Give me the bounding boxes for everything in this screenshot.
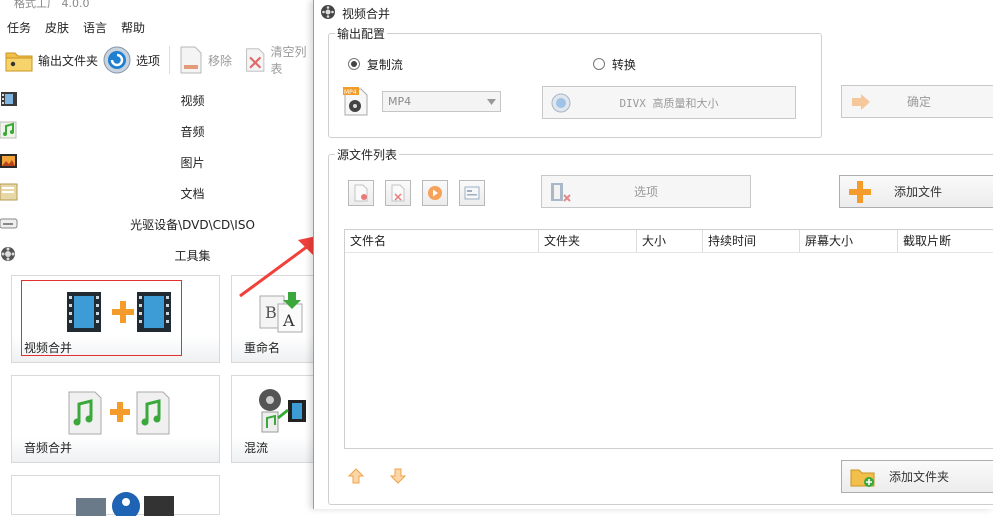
options-button[interactable]: 选项 [102,42,160,78]
mp4-format-icon: MP4 [343,87,368,116]
svg-text:A: A [282,311,295,330]
arrow-right-icon [852,93,870,110]
chevron-down-icon [487,99,496,105]
quality-settings-label: DIVX 高质量和大小 [619,96,719,110]
media-tools-icon [76,492,174,516]
file-options-button[interactable]: 选项 [541,175,751,208]
category-document[interactable]: 文档 [0,177,312,207]
output-folder-label: 输出文件夹 [38,53,99,68]
source-file-table[interactable]: 文件名 文件夹 大小 持续时间 屏幕大小 截取片断 [344,229,993,449]
add-folder-icon [850,469,875,487]
clear-list-button[interactable]: 清空列表 [244,42,312,78]
output-folder-button[interactable]: 输出文件夹 [4,42,98,78]
tile-rename-label: 重命名 [244,341,281,355]
quality-settings-button[interactable]: DIVX 高质量和大小 [542,86,796,119]
clear-list-icon [246,48,265,72]
remove-label: 移除 [208,53,233,68]
add-folder-label: 添加文件夹 [888,470,949,484]
format-select[interactable]: MP4 [382,91,501,112]
audio-join-icon [68,391,170,435]
output-config-label: 输出配置 [335,25,388,42]
ok-button[interactable]: 确定 [841,85,993,118]
options-label: 选项 [136,53,161,68]
file-options-label: 选项 [633,185,658,199]
radio-convert[interactable]: 转换 [593,56,636,73]
arrow-up-icon [348,468,364,484]
arrow-down-icon [390,468,406,484]
clear-list-label: 清空列表 [270,45,307,76]
menu-bar: 任务 皮肤 语言 帮助 [0,18,152,38]
remove-file-icon [354,184,368,202]
clear-files-icon [391,184,405,202]
tile-mux-label: 混流 [244,441,269,455]
remove-file-button[interactable] [348,180,374,206]
menu-language[interactable]: 语言 [76,18,114,38]
move-down-button[interactable] [389,467,407,485]
column-file-name[interactable]: 文件名 [345,230,539,252]
file-info-button[interactable] [459,180,485,206]
add-file-button[interactable]: 添加文件 [839,175,993,208]
tile-mux[interactable]: 混流 [231,375,321,463]
dialog-app-icon [321,5,335,19]
menu-help[interactable]: 帮助 [114,18,152,38]
play-icon [428,186,442,200]
category-picture[interactable]: 图片 [0,146,312,176]
ok-label: 确定 [906,95,931,109]
selection-highlight [21,280,182,356]
format-select-value: MP4 [388,95,412,108]
radio-copy-stream-label: 复制流 [366,58,403,72]
add-file-label: 添加文件 [893,185,942,199]
menu-skin[interactable]: 皮肤 [38,18,76,38]
table-header-row: 文件名 文件夹 大小 持续时间 屏幕大小 截取片断 [345,230,993,253]
plus-icon [849,180,871,203]
remove-doc-icon [180,46,202,74]
menu-task[interactable]: 任务 [0,18,38,38]
info-panel-icon [464,186,480,200]
add-folder-button[interactable]: 添加文件夹 [841,460,993,493]
main-toolbar: 输出文件夹 选项 移除 清空列表 [0,42,312,78]
folder-icon [5,52,33,72]
tile-video-join[interactable]: 视频合并 [11,275,220,363]
settings-disc-icon [551,93,571,112]
svg-text:B: B [265,303,277,322]
toolbar-divider [169,46,170,74]
radio-copy-stream[interactable]: 复制流 [348,56,403,73]
gear-icon [103,46,131,74]
radio-convert-indicator [593,58,605,70]
radio-copy-stream-indicator [348,58,360,70]
column-clip-segment[interactable]: 截取片断 [898,230,993,252]
radio-convert-label: 转换 [611,58,636,72]
column-screen-size[interactable]: 屏幕大小 [800,230,898,252]
remove-button[interactable]: 移除 [178,42,232,78]
category-audio[interactable]: 音频 [0,115,312,145]
tile-next[interactable] [11,475,220,516]
play-file-button[interactable] [422,180,448,206]
source-files-label: 源文件列表 [335,146,400,163]
column-duration[interactable]: 持续时间 [703,230,800,252]
svg-text:MP4: MP4 [344,89,357,96]
category-video[interactable]: 视频 [0,84,312,114]
mux-icon [259,389,306,433]
move-up-button[interactable] [347,467,365,485]
output-config-group: 输出配置 复制流 转换 MP4 MP4 DIVX 高质量和大小 [328,25,822,138]
app-title: 格式工厂 4.0.0 [14,0,90,10]
dialog-title: 视频合并 [342,7,391,21]
tile-audio-join-label: 音频合并 [24,441,73,455]
column-size[interactable]: 大小 [637,230,703,252]
column-folder[interactable]: 文件夹 [539,230,637,252]
video-join-dialog: 视频合并 输出配置 复制流 转换 MP4 MP4 DIVX 高质量和大小 确定 [313,0,993,509]
video-clip-icon [551,182,571,202]
tile-audio-join[interactable]: 音频合并 [11,375,220,463]
clear-files-button[interactable] [385,180,411,206]
